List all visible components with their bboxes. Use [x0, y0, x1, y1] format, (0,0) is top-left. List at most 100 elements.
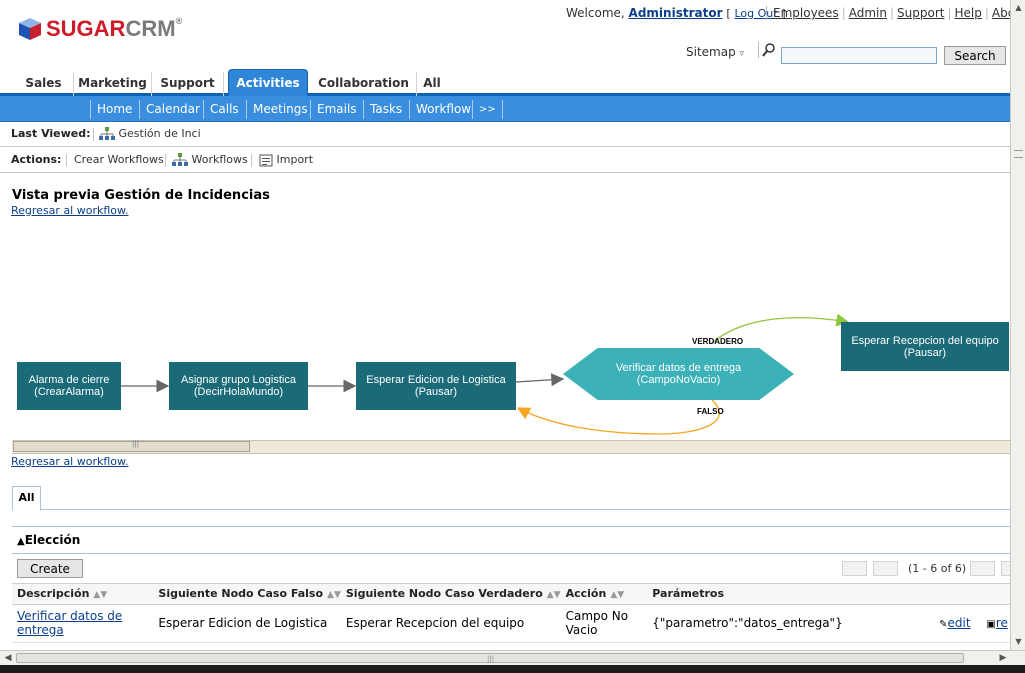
row-remove-link[interactable]: re: [996, 616, 1008, 630]
search-button[interactable]: Search: [944, 46, 1006, 65]
node-sublabel: (CrearAlarma): [34, 386, 104, 398]
action-crear-workflows[interactable]: Crear Workflows: [74, 148, 164, 172]
row-accion: Campo No Vacio: [560, 604, 648, 643]
subtab-home[interactable]: Home: [90, 100, 138, 119]
last-viewed-item[interactable]: Gestión de Inci: [99, 122, 201, 146]
browser-viewport: SUGARCRM® Welcome, Administrator [ Log O…: [0, 0, 1010, 650]
logo-sugar: SUGAR: [46, 16, 126, 41]
pager-count: (1 - 6 of 6): [908, 562, 967, 575]
top-link-employees[interactable]: Employees: [773, 6, 839, 20]
pager-last-icon[interactable]: [1001, 561, 1010, 576]
pager-first-icon[interactable]: [842, 561, 867, 576]
create-button[interactable]: Create: [17, 559, 83, 578]
last-viewed-label: Last Viewed:: [11, 127, 91, 140]
scroll-down-arrow-icon[interactable]: ▼: [1013, 636, 1024, 647]
tab-collaboration[interactable]: Collaboration: [311, 72, 417, 96]
subtab-more[interactable]: >>: [472, 100, 503, 119]
top-link-about[interactable]: About: [992, 6, 1010, 20]
node-sublabel: (DecirHolaMundo): [193, 386, 284, 398]
scroll-right-arrow-icon[interactable]: ▶: [997, 652, 1009, 664]
pager-next-icon[interactable]: [970, 561, 995, 576]
subpanel-tabstrip: All: [12, 484, 1010, 511]
scroll-left-arrow-icon[interactable]: ◀: [2, 652, 14, 664]
subtab-tasks[interactable]: Tasks: [363, 100, 408, 119]
node-label: Esperar Recepcion del equipo: [851, 334, 999, 347]
sort-icon: ▲▼: [546, 590, 561, 601]
node-label: Alarma de cierre: [28, 374, 110, 386]
row-edit-link[interactable]: edit: [948, 616, 971, 630]
tab-all[interactable]: All: [417, 72, 447, 96]
top-links: Employees|Admin|Support|Help|About: [766, 6, 1010, 20]
scroll-up-arrow-icon[interactable]: ▲: [1013, 2, 1024, 13]
logo-reg: ®: [175, 16, 183, 26]
node-label: Verificar datos de entrega: [615, 362, 742, 374]
node-label: Asignar grupo Logistica: [181, 374, 296, 386]
tab-activities[interactable]: Activities: [228, 69, 308, 97]
edge-3-4: [515, 373, 565, 387]
workflow-diagram: Alarma de cierre (CrearAlarma) Asignar g…: [0, 310, 1010, 440]
diagram-node-esperar-recepcion[interactable]: Esperar Recepcion del equipo (Pausar): [841, 322, 1009, 371]
col-descripcion[interactable]: Descripción ▲▼: [12, 584, 154, 605]
diagram-node-verificar[interactable]: Verificar datos de entrega (CampoNoVacio…: [563, 348, 794, 400]
tab-sales[interactable]: Sales: [14, 72, 74, 96]
back-to-workflow-link-bottom[interactable]: Regresar al workflow.: [11, 455, 129, 468]
subpanel-title: Elección: [24, 533, 81, 547]
diagram-node-asignar[interactable]: Asignar grupo Logistica (DecirHolaMundo): [169, 362, 308, 410]
node-sublabel: (CampoNoVacio): [636, 374, 721, 386]
sugarcrm-logo[interactable]: SUGARCRM®: [18, 16, 182, 42]
vertical-scrollbar[interactable]: ▲ ▼: [1010, 0, 1025, 650]
last-viewed-bar: Last Viewed: Gestión de Inci: [0, 122, 1010, 147]
subpanel-tab-all[interactable]: All: [12, 486, 41, 511]
remove-icon[interactable]: ▣: [986, 619, 995, 630]
table-row: Verificar datos de entrega Esperar Edici…: [12, 604, 1010, 643]
taskbar-strip: [0, 665, 1025, 673]
search-icon[interactable]: [758, 42, 775, 58]
table-header-row: Descripción ▲▼ Siguiente Nodo Caso Falso ▲…: [12, 584, 1010, 605]
edge-label-true: VERDADERO: [692, 337, 744, 346]
diagram-scroll-thumb[interactable]: |||: [13, 440, 250, 452]
subtab-emails[interactable]: Emails: [310, 100, 363, 119]
tab-support[interactable]: Support: [152, 72, 224, 96]
diagram-node-alarma[interactable]: Alarma de cierre (CrearAlarma): [17, 362, 121, 410]
workflow-icon: [99, 127, 115, 140]
sitemap-menu[interactable]: Sitemap ▿: [686, 45, 744, 59]
top-link-help[interactable]: Help: [955, 6, 982, 20]
top-link-support[interactable]: Support: [897, 6, 944, 20]
edge-false: [516, 399, 720, 435]
action-workflows[interactable]: Workflows: [172, 148, 248, 172]
col-siguiente-falso[interactable]: Siguiente Nodo Caso Falso ▲▼: [153, 584, 341, 605]
page-title: Vista previa Gestión de Incidencias: [12, 188, 270, 203]
back-to-workflow-link-top[interactable]: Regresar al workflow.: [11, 204, 129, 217]
subtab-calls[interactable]: Calls: [203, 100, 245, 119]
diagram-horizontal-scrollbar[interactable]: ◀ |||: [12, 440, 1010, 454]
logo-crm: CRM: [125, 16, 176, 41]
cube-logo-icon: [18, 17, 42, 41]
subpanel-header[interactable]: ▲Elección: [12, 526, 1010, 554]
row-descripcion-link[interactable]: Verificar datos de entrega: [17, 609, 122, 637]
col-siguiente-verdadero[interactable]: Siguiente Nodo Caso Verdadero ▲▼: [340, 584, 561, 605]
search-input[interactable]: [781, 47, 937, 64]
col-row-actions: [934, 584, 1010, 605]
action-import[interactable]: Import: [259, 148, 313, 172]
col-accion[interactable]: Acción ▲▼: [560, 584, 648, 605]
user-name-link[interactable]: Administrator: [629, 6, 723, 20]
edit-icon[interactable]: ✎: [939, 619, 947, 630]
scroll-thumb-grip[interactable]: [1014, 150, 1023, 158]
sort-icon: ▲▼: [327, 590, 341, 601]
horizontal-scrollbar[interactable]: ◀ ||| ▶: [0, 650, 1025, 665]
subtab-workflow[interactable]: Workflow: [409, 100, 477, 119]
top-link-admin[interactable]: Admin: [849, 6, 887, 20]
workflow-icon: [172, 153, 188, 166]
edge-label-false: FALSO: [697, 407, 724, 416]
activities-subtabs: Home Calendar Calls Meetings Emails Task…: [0, 96, 1010, 122]
diagram-node-esperar-edicion[interactable]: Esperar Edicion de Logistica (Pausar): [356, 362, 516, 410]
welcome-prefix: Welcome,: [566, 6, 625, 20]
module-tabs: Sales Marketing Support Activities Colla…: [0, 69, 1010, 97]
subtab-calendar[interactable]: Calendar: [139, 100, 206, 119]
subtab-meetings[interactable]: Meetings: [246, 100, 314, 119]
pager-prev-icon[interactable]: [873, 561, 898, 576]
horizontal-scroll-thumb[interactable]: |||: [16, 653, 964, 663]
collapse-icon[interactable]: ▲: [17, 536, 25, 547]
tab-marketing[interactable]: Marketing: [74, 72, 152, 96]
row-verdadero: Esperar Recepcion del equipo: [340, 604, 561, 643]
